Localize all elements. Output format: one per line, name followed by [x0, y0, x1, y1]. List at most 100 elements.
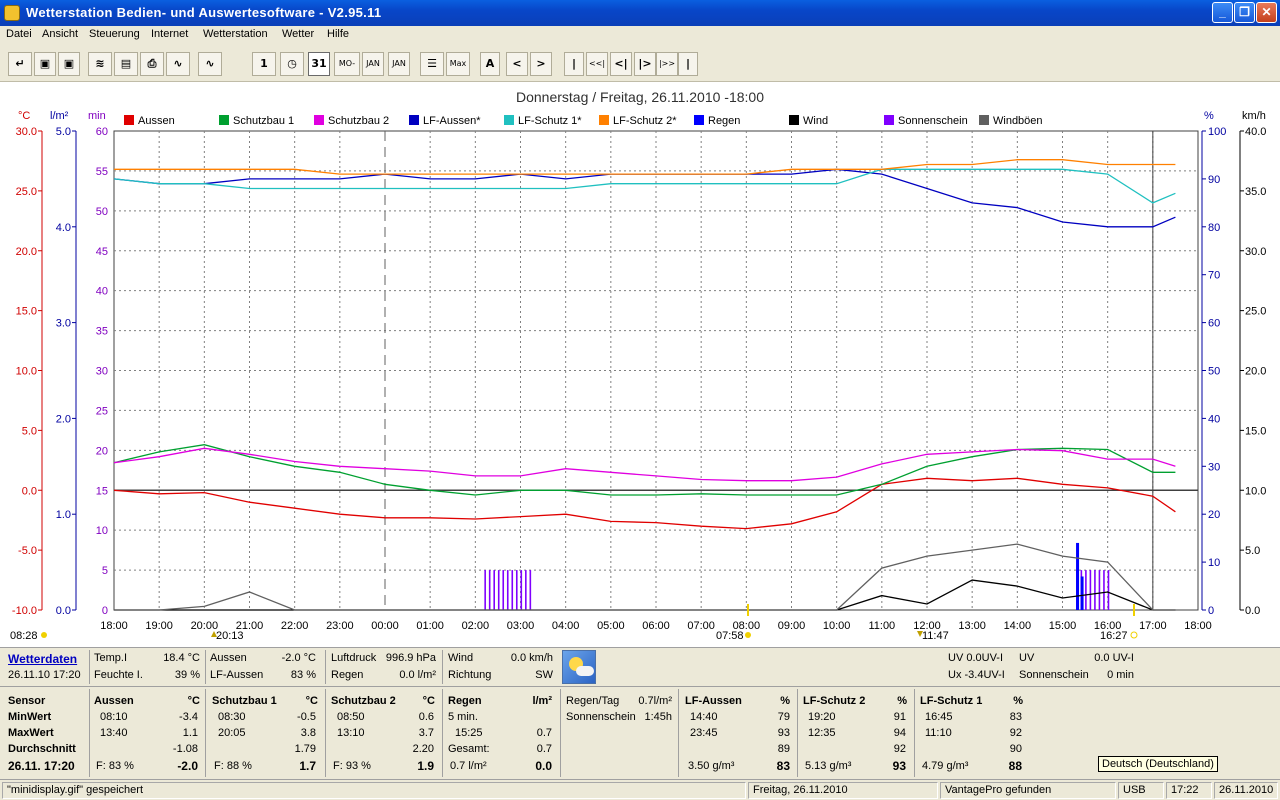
schutzbau2-unit: °C: [422, 695, 435, 707]
regen-current: 0.0: [535, 759, 552, 773]
sunshine-bar-1-2: [1085, 570, 1087, 610]
max-min-button[interactable]: Max Min: [446, 52, 470, 76]
lf-aussen-header: LF-Aussen: [685, 695, 742, 707]
temp-tick-label-3: 15.0: [16, 306, 37, 318]
min-tick-label-1: 55: [96, 166, 108, 178]
aussen-avg: -1.08: [172, 743, 198, 755]
list-button[interactable]: ☰: [420, 52, 444, 76]
graph-button[interactable]: ∿: [166, 52, 190, 76]
close-button[interactable]: ✕: [1256, 2, 1277, 23]
humidity-tick-label-6: 40: [1208, 413, 1220, 425]
schutzbau1-min-time: 08:30: [218, 711, 246, 723]
maximize-button[interactable]: ❐: [1234, 2, 1255, 23]
min-tick-label-4: 40: [96, 286, 108, 298]
graph2-button[interactable]: ∿: [198, 52, 222, 76]
status-port: USB: [1118, 782, 1164, 799]
sunshine-bar-0-8: [520, 570, 523, 610]
forward-fast-button[interactable]: |>>: [656, 52, 678, 76]
year-button[interactable]: JAN DEC: [388, 52, 410, 76]
menu-ansicht[interactable]: Ansicht: [42, 28, 78, 40]
table-view-button[interactable]: ▤: [114, 52, 138, 76]
minimize-button[interactable]: _: [1212, 2, 1233, 23]
toolbar: ↵ ▣ ▣ ≋ ▤ ⎙ ∿ ∿ 1 ◷ 31 MO-SO JAN JAN DEC ☰ Max Min A < > | <…: [0, 44, 1280, 82]
menu-datei[interactable]: Datei: [6, 28, 32, 40]
lf-schutz2-unit: %: [897, 695, 907, 707]
regen-5min: 5 min.: [448, 711, 478, 723]
temp-tick-label-8: -10.0: [12, 605, 37, 617]
menu-internet[interactable]: Internet: [151, 28, 188, 40]
week-button[interactable]: MO-SO: [334, 52, 360, 76]
menu-wetterstation[interactable]: Wetterstation: [203, 28, 268, 40]
regen-tag-value: 0.7l/m²: [638, 695, 672, 707]
row-label-sensor: Sensor: [8, 695, 46, 707]
wind-tick-label-2: 30.0: [1245, 246, 1266, 258]
regen-gesamt: 0.7: [536, 743, 552, 755]
sunshine-bar-0-2: [493, 570, 495, 610]
open-button[interactable]: ↵: [8, 52, 32, 76]
x-tick-label-8: 02:00: [462, 620, 490, 632]
axis-unit-wind: km/h: [1242, 110, 1266, 122]
temp-i-label: Temp.I: [94, 652, 128, 664]
temp-tick-label-4: 10.0: [16, 366, 37, 378]
regen-today: 0.7 l/m²: [450, 760, 487, 772]
aussen-min: -3.4: [179, 711, 198, 723]
menu-wetter[interactable]: Wetter: [282, 28, 314, 40]
regen-unit: l/m²: [532, 695, 552, 707]
next-button[interactable]: >: [530, 52, 552, 76]
legend-swatch-9: [979, 115, 989, 125]
current-info-panel: Wetterdaten 26.11.10 17:20 Temp.I 18.4 °…: [0, 647, 1280, 685]
forward-button[interactable]: |>: [634, 52, 656, 76]
auto-button[interactable]: A: [480, 52, 500, 76]
save-button[interactable]: ▣: [34, 52, 56, 76]
x-tick-label-12: 06:00: [642, 620, 670, 632]
status-bar: "minidisplay.gif" gespeichert Freitag, 2…: [0, 779, 1280, 800]
lf-aussen-abs: 3.50 g/m³: [688, 760, 735, 772]
save-disabled-button[interactable]: ▣: [58, 52, 80, 76]
end-button[interactable]: |: [678, 52, 698, 76]
x-tick-label-0: 18:00: [100, 620, 128, 632]
app-icon[interactable]: [4, 5, 20, 21]
min-tick-label-12: 0: [102, 605, 108, 617]
axis-unit-temp: °C: [18, 110, 30, 122]
lf-aussen-label: LF-Aussen: [210, 669, 264, 681]
regen-value: 0.0 l/m²: [399, 669, 436, 681]
calendar-31-button[interactable]: 31: [308, 52, 330, 76]
clock-button[interactable]: ◷: [280, 52, 304, 76]
schutzbau2-humidity: F: 93 %: [333, 760, 371, 772]
regen-label: Regen: [331, 669, 364, 681]
humidity-tick-label-9: 10: [1208, 557, 1220, 569]
chart-area: Donnerstag / Freitag, 26.11.2010 -18:00 A…: [0, 82, 1280, 647]
menu-hilfe[interactable]: Hilfe: [327, 28, 349, 40]
menu-steuerung[interactable]: Steuerung: [89, 28, 140, 40]
rewind-fast-button[interactable]: <<|: [586, 52, 608, 76]
x-tick-label-4: 22:00: [281, 620, 309, 632]
lf-aussen-current: 83: [776, 759, 790, 773]
legend-swatch-4: [504, 115, 514, 125]
menu-bar: Datei Ansicht Steuerung Internet Wetters…: [0, 26, 1280, 44]
lf-schutz1-header: LF-Schutz 1: [920, 695, 983, 707]
schutzbau1-max-time: 20:05: [218, 727, 246, 739]
print-button[interactable]: ⎙: [140, 52, 164, 76]
aussen-humidity: F: 83 %: [96, 760, 134, 772]
graph-icon: ∿: [173, 57, 183, 70]
wetterdaten-link[interactable]: Wetterdaten: [8, 652, 77, 666]
rain-tick-label-5: 0.0: [56, 605, 71, 617]
rewind-button[interactable]: <|: [610, 52, 632, 76]
lf-schutz2-min-time: 19:20: [808, 711, 836, 723]
chart-view-button[interactable]: ≋: [88, 52, 112, 76]
row-label-maxwert: MaxWert: [8, 727, 54, 739]
x-tick-label-23: 17:00: [1139, 620, 1167, 632]
row-label-durchschnitt: Durchschnitt: [8, 743, 76, 755]
start-button[interactable]: |: [564, 52, 584, 76]
month-button[interactable]: JAN: [362, 52, 384, 76]
lf-aussen-min: 79: [777, 711, 790, 723]
uv2-label: UV: [1019, 652, 1035, 664]
day-button[interactable]: 1: [252, 52, 276, 76]
min-tick-label-3: 45: [96, 246, 108, 258]
richtung-label: Richtung: [448, 669, 492, 681]
sunshine-bar-1-3: [1089, 570, 1092, 610]
wind-tick-label-5: 15.0: [1245, 425, 1266, 437]
prev-button[interactable]: <: [506, 52, 528, 76]
x-tick-label-17: 11:00: [868, 620, 895, 632]
lf-schutz2-current: 93: [892, 759, 906, 773]
